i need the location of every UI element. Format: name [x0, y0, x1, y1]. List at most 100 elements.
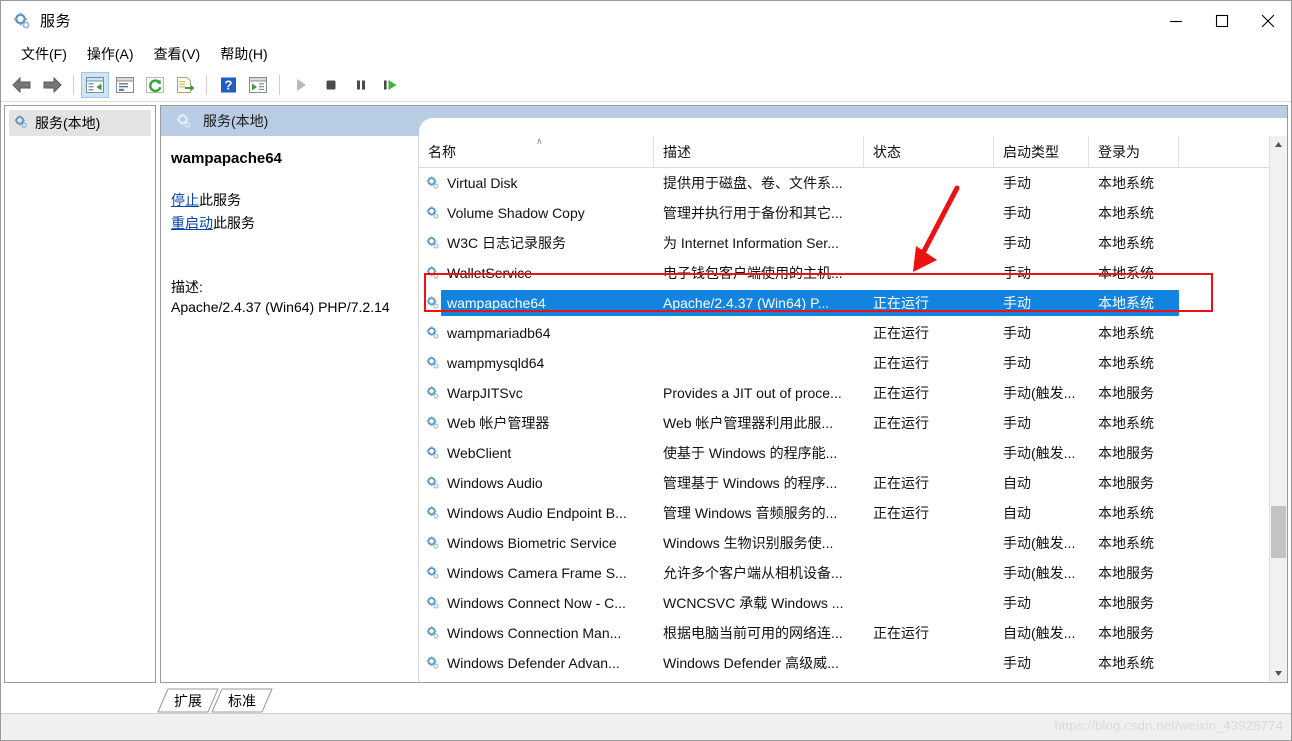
cell-desc: 使基于 Windows 的程序能... — [663, 445, 838, 461]
vertical-scrollbar[interactable] — [1269, 136, 1287, 682]
service-detail-pane: wampapache64 停止此服务 重启动此服务 描述: Apache/2.4… — [161, 136, 419, 682]
cell-startup: 手动 — [1003, 265, 1031, 281]
cell-desc: 管理并执行用于备份和其它... — [663, 205, 843, 221]
status-bar: https://blog.csdn.net/weixin_43928774 — [1, 713, 1291, 740]
cell-name-label: Windows Audio — [447, 475, 543, 491]
cell-status: 正在运行 — [873, 505, 929, 521]
cell-name: Web 帐户管理器 — [419, 413, 654, 433]
start-service-icon[interactable] — [287, 72, 315, 98]
maximize-button[interactable] — [1199, 1, 1245, 40]
service-gear-icon — [425, 415, 441, 431]
cell-startup: 手动 — [1003, 175, 1031, 191]
table-row[interactable]: W3C 日志记录服务 为 Internet Information Ser... 手… — [419, 228, 1287, 258]
watermark-text: https://blog.csdn.net/weixin_43928774 — [1054, 718, 1283, 733]
column-header-desc[interactable]: 描述 — [654, 136, 864, 167]
show-action-pane-icon[interactable] — [244, 72, 272, 98]
cell-desc: 电子钱包客户端使用的主机... — [663, 265, 843, 281]
cell-startup: 自动 — [1003, 505, 1031, 521]
cell-logon: 本地服务 — [1098, 385, 1154, 401]
sort-ascending-icon: ∧ — [536, 136, 543, 146]
table-row[interactable]: Windows Defender Antivir...帮助防止针对网络协议中的.… — [419, 678, 1287, 682]
cell-startup: 手动 — [1003, 205, 1031, 221]
cell-name: Windows Audio Endpoint B... — [419, 505, 654, 521]
table-row[interactable]: Volume Shadow Copy 管理并执行用于备份和其它... 手动 本地系统 — [419, 198, 1287, 228]
cell-status: 正在运行 — [873, 355, 929, 371]
service-gear-icon — [425, 595, 441, 611]
cell-status: 正在运行 — [873, 415, 929, 431]
restart-service-link[interactable]: 重启动 — [171, 215, 213, 231]
view-tabs: 扩展 标准 — [1, 683, 1291, 713]
table-row[interactable]: Windows Connect Now - C... WCNCSVC 承载 Win… — [419, 588, 1287, 618]
cell-name: Virtual Disk — [419, 175, 654, 191]
cell-name-label: Volume Shadow Copy — [447, 205, 585, 221]
cell-logon: 本地系统 — [1098, 355, 1154, 371]
cell-startup: 手动(触发... — [1003, 445, 1076, 461]
table-row[interactable]: wampmariadb64 正在运行 手动 本地系统 — [419, 318, 1287, 348]
back-arrow-icon[interactable] — [8, 72, 36, 98]
cell-startup: 手动(触发... — [1003, 565, 1076, 581]
cell-status: 正在运行 — [873, 625, 929, 641]
minimize-button[interactable] — [1153, 1, 1199, 40]
table-row[interactable]: wampmysqld64 正在运行 手动 本地系统 — [419, 348, 1287, 378]
table-row[interactable]: Windows Defender Advan... Windows Defende… — [419, 648, 1287, 678]
main-split: 服务(本地) 服务(本地) wampapache64 停止此服务 重启动此服务 … — [1, 102, 1291, 683]
cell-startup: 手动(触发... — [1003, 535, 1076, 551]
scroll-down-icon[interactable] — [1270, 665, 1287, 682]
close-button[interactable] — [1245, 1, 1291, 40]
scroll-up-icon[interactable] — [1270, 136, 1287, 153]
results-pane: 服务(本地) wampapache64 停止此服务 重启动此服务 描述: Apa… — [160, 105, 1288, 683]
table-row[interactable]: WarpJITSvc Provides a JIT out of proce...… — [419, 378, 1287, 408]
cell-name-label: WebClient — [447, 445, 512, 461]
menu-action[interactable]: 操作(A) — [77, 41, 144, 67]
table-row[interactable]: Windows Connection Man... 根据电脑当前可用的网络连...… — [419, 618, 1287, 648]
cell-name: WarpJITSvc — [419, 385, 654, 401]
services-list: 名称 ∧ 描述 状态 启动类型 登录为 Virtual Disk 提供用于磁盘、卷、文件系.… — [419, 136, 1287, 682]
table-row[interactable]: Windows Camera Frame S... 允许多个客户端从相机设备...… — [419, 558, 1287, 588]
cell-desc: Web 帐户管理器利用此服... — [663, 415, 834, 431]
table-row[interactable]: Windows Audio Endpoint B... 管理 Windows 音频… — [419, 498, 1287, 528]
results-pane-header-label: 服务(本地) — [203, 113, 269, 129]
menu-view[interactable]: 查看(V) — [144, 41, 211, 67]
tree-item-services-local[interactable]: 服务(本地) — [9, 110, 151, 136]
column-header-startup[interactable]: 启动类型 — [994, 136, 1089, 167]
table-row[interactable]: Windows Audio 管理基于 Windows 的程序... 正在运行 自动 本地… — [419, 468, 1287, 498]
table-row[interactable]: Web 帐户管理器 Web 帐户管理器利用此服... 正在运行 手动 本地系统 — [419, 408, 1287, 438]
cell-startup: 自动 — [1003, 475, 1031, 491]
pause-service-icon[interactable] — [347, 72, 375, 98]
column-header-logon[interactable]: 登录为 — [1089, 136, 1179, 167]
cell-desc: 管理 Windows 音频服务的... — [663, 505, 838, 521]
service-gear-icon — [425, 205, 441, 221]
forward-arrow-icon[interactable] — [38, 72, 66, 98]
stop-service-icon[interactable] — [317, 72, 345, 98]
properties-icon[interactable] — [111, 72, 139, 98]
export-list-icon[interactable] — [171, 72, 199, 98]
cell-desc: Provides a JIT out of proce... — [663, 385, 842, 401]
stop-service-link[interactable]: 停止 — [171, 192, 199, 208]
toolbar-separator — [279, 74, 280, 95]
services-gear-icon — [12, 11, 32, 31]
column-header-name[interactable]: 名称 ∧ — [419, 136, 654, 167]
menu-help[interactable]: 帮助(H) — [210, 41, 277, 67]
table-row[interactable]: Windows Biometric Service Windows 生物识别服务使… — [419, 528, 1287, 558]
column-header-label: 启动类型 — [1003, 143, 1059, 160]
scrollbar-thumb[interactable] — [1271, 506, 1286, 558]
table-row[interactable]: WalletService 电子钱包客户端使用的主机... 手动 本地系统 — [419, 258, 1287, 288]
cell-logon: 本地服务 — [1098, 445, 1154, 461]
show-hide-console-tree-icon[interactable] — [81, 71, 109, 98]
table-row[interactable]: wampapache64 Apache/2.4.37 (Win64) P... 正在… — [419, 288, 1287, 318]
cell-startup: 自动(触发... — [1003, 625, 1076, 641]
service-gear-icon — [425, 265, 441, 281]
results-content: wampapache64 停止此服务 重启动此服务 描述: Apache/2.4… — [161, 136, 1287, 682]
cell-name: Volume Shadow Copy — [419, 205, 654, 221]
table-row[interactable]: WebClient 使基于 Windows 的程序能... 手动(触发... 本地服务 — [419, 438, 1287, 468]
cell-desc: Windows 生物识别服务使... — [663, 535, 834, 551]
help-icon[interactable]: ? — [214, 72, 242, 98]
restart-service-icon[interactable] — [377, 72, 405, 98]
menu-file[interactable]: 文件(F) — [11, 41, 77, 67]
cell-name-label: wampmariadb64 — [447, 325, 551, 341]
column-header-status[interactable]: 状态 — [864, 136, 994, 167]
table-row[interactable]: Virtual Disk 提供用于磁盘、卷、文件系... 手动 本地系统 — [419, 168, 1287, 198]
cell-name-label: WalletService — [447, 265, 533, 281]
detail-description-text: Apache/2.4.37 (Win64) PHP/7.2.14 — [171, 299, 390, 315]
refresh-icon[interactable] — [141, 72, 169, 98]
